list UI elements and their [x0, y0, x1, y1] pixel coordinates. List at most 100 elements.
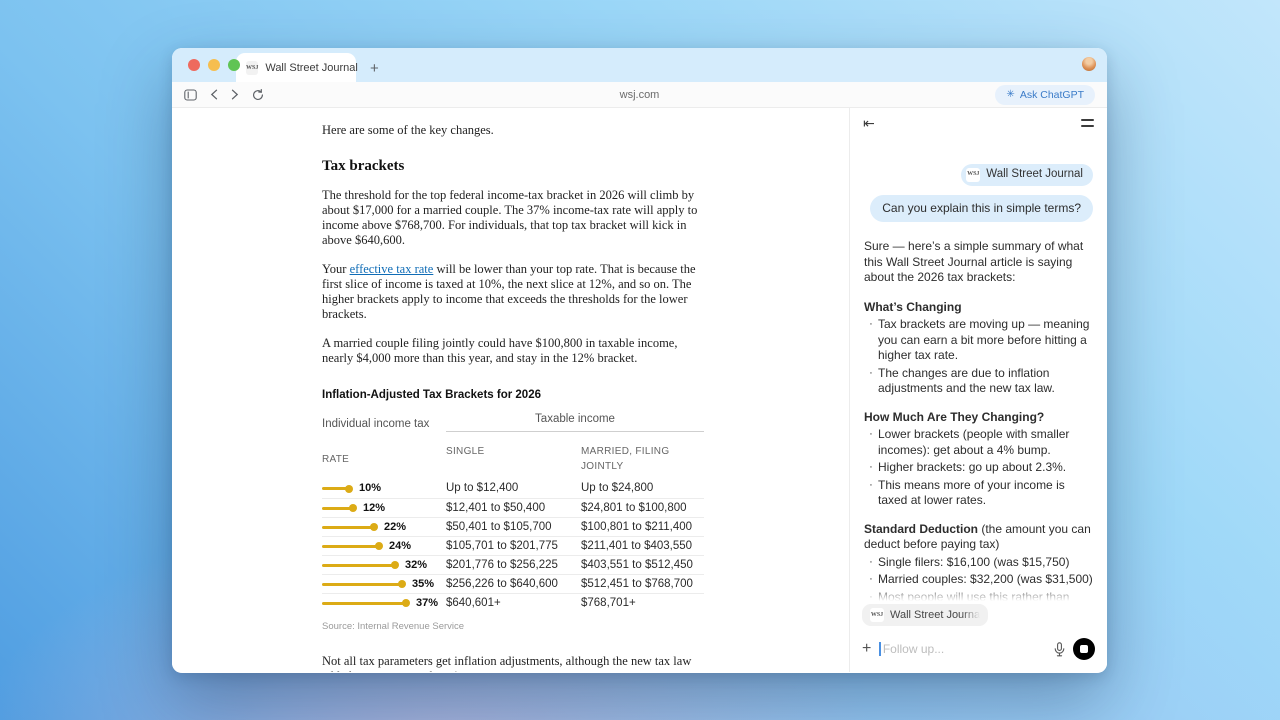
context-pill-label: Wall Street Journal	[986, 167, 1083, 183]
table-title: Inflation-Adjusted Tax Brackets for 2026	[322, 388, 704, 403]
single-range: $201,776 to $256,225	[446, 558, 581, 573]
table-row: 22% $50,401 to $105,700$100,801 to $211,4…	[322, 517, 704, 536]
reload-icon[interactable]	[252, 89, 264, 101]
user-message-bubble: Can you explain this in simple terms?	[870, 195, 1093, 223]
context-chip-label: Wall Street Journa	[890, 609, 980, 621]
married-range: $24,801 to $100,800	[581, 501, 704, 516]
profile-avatar[interactable]	[1082, 57, 1096, 71]
table-row: 32% $201,776 to $256,225$403,551 to $512,…	[322, 555, 704, 574]
sidebar-toggle-icon[interactable]	[184, 89, 197, 101]
assistant-bullet: ·Single filers: $16,100 (was $15,750)	[864, 555, 1093, 571]
assistant-section: How Much Are They Changing?·Lower bracke…	[864, 410, 1093, 509]
forward-icon[interactable]	[231, 89, 239, 100]
rate-label: 32%	[405, 558, 427, 573]
assistant-bullet: ·Tax brackets are moving up — meaning yo…	[864, 317, 1093, 364]
assistant-bullet: ·The changes are due to inflation adjust…	[864, 366, 1093, 397]
header-single: SINGLE	[446, 444, 581, 474]
microphone-icon[interactable]	[1054, 642, 1065, 657]
tab-strip: WSJ Wall Street Journal +	[172, 48, 1107, 82]
table-row: 24%$105,701 to $201,775$211,401 to $403,…	[322, 536, 704, 555]
single-range: $50,401 to $105,700	[446, 520, 581, 535]
assistant-section-heading: Standard Deduction (the amount you can d…	[864, 522, 1093, 553]
stop-square-icon	[1080, 645, 1088, 653]
followup-input[interactable]	[883, 642, 1046, 656]
single-range: $105,701 to $201,775	[446, 539, 581, 554]
header-married: MARRIED, FILING JOINTLY	[581, 444, 704, 474]
married-range: $211,401 to $403,550	[581, 539, 704, 554]
assistant-bullet: ·Higher brackets: go up about 2.3%.	[864, 460, 1093, 476]
table-group-right: Taxable income	[446, 412, 704, 432]
rate-label: 37%	[416, 596, 438, 611]
attach-plus-icon[interactable]: +	[862, 641, 871, 657]
zoom-button[interactable]	[228, 59, 240, 71]
browser-window: WSJ Wall Street Journal + wsj.com ✳ Ask …	[172, 48, 1107, 673]
collapse-sidebar-icon[interactable]: ⇤	[863, 116, 875, 130]
wsj-favicon-icon: WSJ	[246, 61, 258, 75]
tab-wall-street-journal[interactable]: WSJ Wall Street Journal	[236, 53, 356, 82]
table-row: 35% $256,226 to $640,600$512,451 to $768,…	[322, 574, 704, 593]
rate-bar	[322, 507, 354, 510]
url-display[interactable]: wsj.com	[172, 89, 1107, 101]
context-chip[interactable]: WSJ Wall Street Journa	[862, 604, 988, 626]
table-group-left: Individual income tax	[322, 417, 446, 432]
sidebar-menu-icon[interactable]	[1081, 119, 1094, 126]
single-range: $640,601+	[446, 596, 581, 611]
header-rate: RATE	[322, 444, 446, 474]
wsj-favicon-icon: WSJ	[870, 608, 884, 622]
assistant-section-heading: What’s Changing	[864, 300, 1093, 316]
voice-stop-button[interactable]	[1073, 638, 1095, 660]
married-range: $100,801 to $211,400	[581, 520, 704, 535]
tax-brackets-table: Inflation-Adjusted Tax Brackets for 2026…	[322, 388, 704, 634]
table-source: Source: Internal Revenue Service	[322, 619, 704, 634]
table-row: 12% $12,401 to $50,400$24,801 to $100,800	[322, 498, 704, 517]
rate-bar	[322, 487, 350, 490]
tab-title: Wall Street Journal	[265, 62, 358, 74]
table-row: 37% $640,601+$768,701+	[322, 593, 704, 612]
article-paragraph-3: A married couple filing jointly could ha…	[322, 336, 704, 366]
married-range: $403,551 to $512,450	[581, 558, 704, 573]
rate-label: 12%	[363, 501, 385, 516]
rate-bar	[322, 602, 407, 605]
assistant-bullet: ·Lower brackets (people with smaller inc…	[864, 427, 1093, 458]
table-header-row: RATE SINGLE MARRIED, FILING JOINTLY	[322, 440, 704, 479]
heading-tax-brackets: Tax brackets	[322, 157, 704, 175]
browser-toolbar: wsj.com ✳ Ask ChatGPT	[172, 82, 1107, 108]
assistant-section-heading: How Much Are They Changing?	[864, 410, 1093, 426]
article-pane: Here are some of the key changes. Tax br…	[172, 108, 849, 672]
rate-bar	[322, 545, 380, 548]
article-intro: Here are some of the key changes.	[322, 123, 704, 138]
single-range: Up to $12,400	[446, 481, 581, 496]
ask-chatgpt-button[interactable]: ✳ Ask ChatGPT	[995, 85, 1095, 105]
window-controls	[188, 59, 240, 71]
ask-chatgpt-label: Ask ChatGPT	[1020, 89, 1084, 101]
article-paragraph-4: Not all tax parameters get inflation adj…	[322, 654, 704, 672]
married-range: $512,451 to $768,700	[581, 577, 704, 592]
effective-tax-rate-link[interactable]: effective tax rate	[350, 262, 434, 276]
rate-label: 22%	[384, 520, 406, 535]
single-range: $12,401 to $50,400	[446, 501, 581, 516]
new-tab-button[interactable]: +	[370, 61, 379, 76]
article-paragraph-1: The threshold for the top federal income…	[322, 188, 704, 248]
assistant-intro: Sure — here’s a simple summary of what t…	[864, 239, 1093, 286]
close-button[interactable]	[188, 59, 200, 71]
married-range: $768,701+	[581, 596, 704, 611]
table-body: 10% Up to $12,400Up to $24,800 12% $12,401 …	[322, 479, 704, 612]
back-icon[interactable]	[210, 89, 218, 100]
text-cursor	[879, 642, 881, 656]
chat-transcript: WSJ Wall Street Journal Can you explain …	[850, 138, 1107, 601]
rate-bar	[322, 564, 396, 567]
rate-label: 35%	[412, 577, 434, 592]
assistant-bullet: ·This means more of your income is taxed…	[864, 478, 1093, 509]
assistant-section: What’s Changing·Tax brackets are moving …	[864, 300, 1093, 397]
table-row: 10% Up to $12,400Up to $24,800	[322, 479, 704, 498]
single-range: $256,226 to $640,600	[446, 577, 581, 592]
rate-bar	[322, 583, 403, 586]
rate-label: 10%	[359, 481, 381, 496]
assistant-message: Sure — here’s a simple summary of what t…	[864, 239, 1093, 601]
married-range: Up to $24,800	[581, 481, 704, 496]
wsj-favicon-icon: WSJ	[966, 168, 980, 182]
context-pill[interactable]: WSJ Wall Street Journal	[961, 164, 1093, 186]
minimize-button[interactable]	[208, 59, 220, 71]
composer: WSJ Wall Street Journa +	[850, 601, 1107, 672]
rate-bar	[322, 526, 375, 529]
